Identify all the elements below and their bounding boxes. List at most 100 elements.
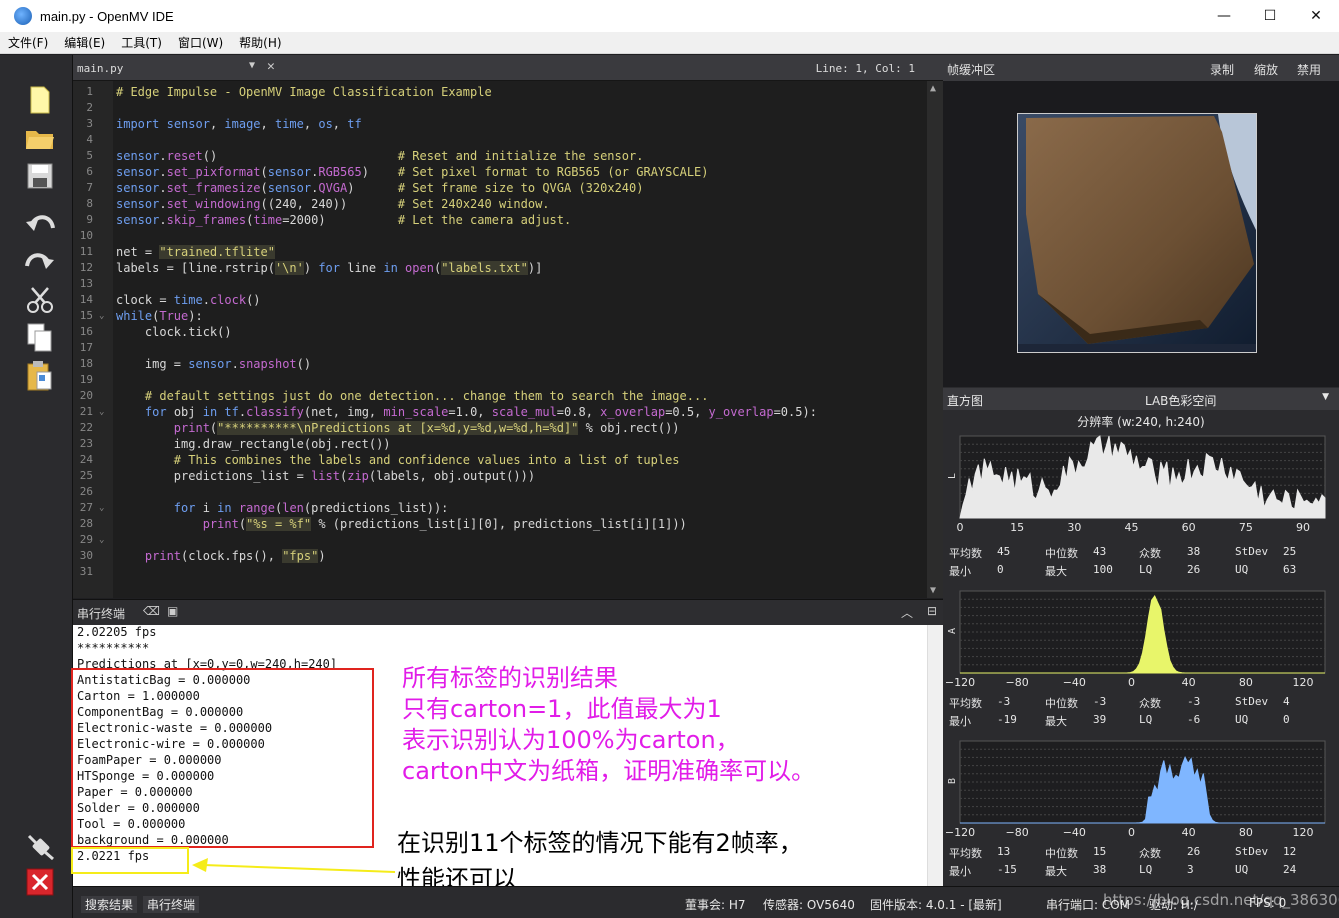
menu-bar: 文件(F) 编辑(E) 工具(T) 窗口(W) 帮助(H) bbox=[0, 32, 1339, 54]
serial-terminal-header: 串行终端 ⌫ ▣ ︿ ⊟ bbox=[73, 599, 943, 625]
stop-icon[interactable] bbox=[22, 865, 58, 899]
annotation-line-1: 所有标签的识别结果 bbox=[402, 664, 618, 692]
line-number: 11 bbox=[79, 245, 93, 258]
histogram-stat: 中位数 bbox=[1045, 547, 1078, 560]
record-button[interactable]: 录制 bbox=[1210, 61, 1234, 78]
tab-search-results[interactable]: 搜索结果 bbox=[81, 896, 138, 913]
panel-menu-icon[interactable]: ⊟ bbox=[927, 604, 937, 618]
line-number: 22 bbox=[79, 421, 93, 434]
line-number: 10 bbox=[79, 229, 93, 242]
line-number: 3 bbox=[86, 117, 93, 130]
minimize-button[interactable]: — bbox=[1201, 0, 1247, 32]
code-line: sensor.set_pixformat(sensor.RGB565) # Se… bbox=[116, 165, 709, 179]
code-line: clock.tick() bbox=[116, 325, 232, 339]
close-tab-icon[interactable]: ✕ bbox=[267, 59, 275, 74]
collapse-icon[interactable]: ︿ bbox=[901, 604, 913, 621]
cut-icon[interactable] bbox=[22, 283, 58, 317]
maximize-button[interactable]: ☐ bbox=[1247, 0, 1293, 32]
code-editor[interactable]: ▲ ▼ 1 # Edge Impulse - OpenMV Image Class… bbox=[73, 81, 943, 598]
paste-icon[interactable] bbox=[22, 359, 58, 393]
histogram-stat: -3 bbox=[1093, 695, 1107, 708]
menu-file[interactable]: 文件(F) bbox=[0, 34, 56, 51]
histogram-axis-label: L bbox=[947, 473, 958, 479]
window-titlebar: main.py - OpenMV IDE — ☐ ✕ bbox=[0, 0, 1339, 32]
histogram-stat: -3 bbox=[1187, 695, 1201, 708]
undo-icon[interactable] bbox=[22, 207, 58, 241]
annotation-results-text: 所有标签的识别结果 只有carton=1，此值最大为1 表示识别认为100%为c… bbox=[402, 663, 815, 787]
histogram-stat: StDev bbox=[1235, 545, 1269, 558]
histogram-stat: 24 bbox=[1283, 863, 1297, 876]
fold-marker-icon[interactable]: ⌄ bbox=[99, 311, 104, 321]
histogram-stat: UQ bbox=[1235, 863, 1249, 876]
fps-highlight-box bbox=[71, 847, 189, 874]
scroll-down-icon[interactable]: ▼ bbox=[930, 585, 936, 596]
window-title: main.py - OpenMV IDE bbox=[40, 8, 174, 24]
histogram-tick-label: 120 bbox=[1293, 826, 1314, 837]
histogram-stat: 中位数 bbox=[1045, 847, 1078, 860]
firmware-label[interactable]: 固件版本: 4.0.1 - [最新] bbox=[870, 896, 1002, 913]
menu-tools[interactable]: 工具(T) bbox=[113, 34, 170, 51]
serial-terminal-title: 串行终端 bbox=[77, 607, 126, 621]
colorspace-select[interactable]: LAB色彩空间 bbox=[1145, 392, 1216, 409]
line-number: 21 bbox=[79, 405, 93, 418]
terminal-clear-icon[interactable]: ⌫ bbox=[143, 604, 160, 618]
terminal-scrollbar[interactable] bbox=[927, 625, 943, 886]
zoom-button[interactable]: 缩放 bbox=[1254, 61, 1278, 78]
line-number: 18 bbox=[79, 357, 93, 370]
histogram-tick-label: −120 bbox=[945, 826, 975, 837]
histogram-stat: 12 bbox=[1283, 845, 1297, 858]
menu-help[interactable]: 帮助(H) bbox=[231, 34, 289, 51]
code-line: for i in range(len(predictions_list)): bbox=[173, 501, 449, 515]
colorspace-dropdown-icon[interactable]: ▼ bbox=[1322, 392, 1329, 402]
fold-marker-icon[interactable]: ⌄ bbox=[99, 407, 104, 417]
tab-serial-terminal[interactable]: 串行终端 bbox=[143, 896, 200, 913]
framebuffer-header: 帧缓冲区 录制 缩放 禁用 bbox=[943, 55, 1339, 81]
histogram-stat: StDev bbox=[1235, 845, 1269, 858]
editor-vertical-scrollbar[interactable]: ▲ ▼ bbox=[927, 81, 943, 598]
histogram-stat: 众数 bbox=[1139, 847, 1161, 860]
scroll-up-icon[interactable]: ▲ bbox=[930, 83, 936, 94]
line-number: 26 bbox=[79, 485, 93, 498]
histogram-b-chart: B −120 −80 −40 0 40 80 120 bbox=[945, 740, 1326, 837]
histogram-tick-label: 80 bbox=[1239, 826, 1253, 837]
line-number: 28 bbox=[79, 517, 93, 530]
histogram-tick-label: 45 bbox=[1125, 521, 1139, 534]
histogram-a-stats: 平均数 -3 中位数 -3 众数 -3 StDev 4 最小 -19 最大 39 LQ -6 UQ 0 bbox=[943, 695, 1339, 731]
annotation-line-3: 表示识别认为100%为carton， bbox=[402, 726, 740, 754]
new-file-icon[interactable] bbox=[22, 83, 58, 117]
histogram-stat: 26 bbox=[1187, 563, 1201, 576]
results-highlight-box bbox=[71, 668, 374, 848]
histogram-stat: 100 bbox=[1093, 563, 1113, 576]
histogram-tick-label: −80 bbox=[1006, 676, 1029, 687]
redo-icon[interactable] bbox=[22, 245, 58, 279]
histogram-b-stats: 平均数 13 中位数 15 众数 26 StDev 12 最小 -15 最大 38 LQ 3 UQ 24 bbox=[943, 845, 1339, 881]
terminal-save-icon[interactable]: ▣ bbox=[167, 604, 178, 618]
editor-tab-name[interactable]: main.py bbox=[77, 62, 123, 75]
line-number: 17 bbox=[79, 341, 93, 354]
sensor-label: 传感器: OV5640 bbox=[763, 898, 855, 912]
copy-icon[interactable] bbox=[22, 321, 58, 355]
code-line: sensor.reset() # Reset and initialize th… bbox=[116, 149, 644, 163]
fold-marker-icon[interactable]: ⌄ bbox=[99, 535, 104, 545]
line-number: 30 bbox=[79, 549, 93, 562]
histogram-stat: 0 bbox=[1283, 713, 1290, 726]
histogram-axis-label: A bbox=[947, 628, 958, 634]
histogram-l-chart: L 0 15 30 45 60 75 90 bbox=[947, 435, 1326, 534]
disable-button[interactable]: 禁用 bbox=[1297, 61, 1321, 78]
histogram-stat: 众数 bbox=[1139, 547, 1161, 560]
menu-edit[interactable]: 编辑(E) bbox=[56, 34, 113, 51]
histogram-plot-area bbox=[959, 740, 1326, 824]
histogram-tick-label: 75 bbox=[1239, 521, 1253, 534]
histogram-stat: 中位数 bbox=[1045, 697, 1078, 710]
open-folder-icon[interactable] bbox=[22, 121, 58, 155]
histogram-tick-label: 80 bbox=[1239, 676, 1253, 687]
fold-marker-icon[interactable]: ⌄ bbox=[99, 503, 104, 513]
close-button[interactable]: ✕ bbox=[1293, 0, 1339, 32]
save-icon[interactable] bbox=[22, 159, 58, 193]
histogram-tick-label: 40 bbox=[1182, 826, 1196, 837]
connect-icon[interactable] bbox=[22, 829, 58, 863]
tab-dropdown-icon[interactable]: ▼ bbox=[249, 60, 255, 71]
code-line: print("%s = %f" % (predictions_list[i][0… bbox=[202, 517, 687, 531]
fps-arrow bbox=[192, 858, 396, 873]
menu-window[interactable]: 窗口(W) bbox=[170, 34, 231, 51]
